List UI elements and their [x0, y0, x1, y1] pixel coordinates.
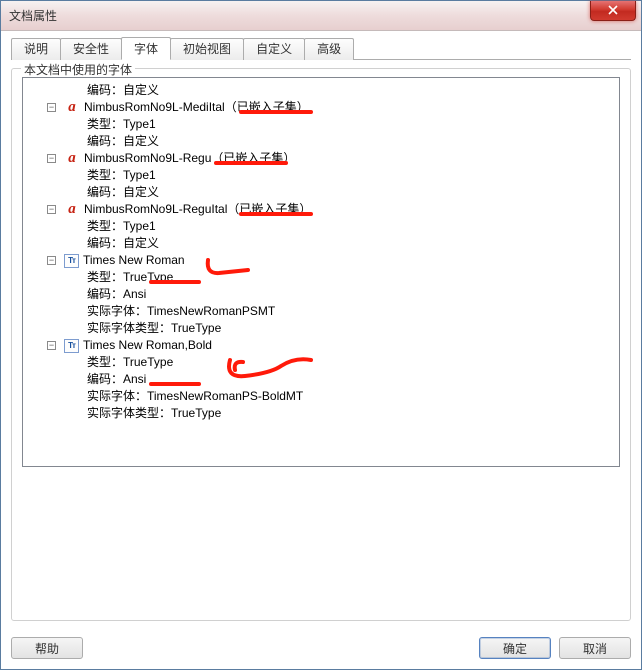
font-tree: 编码：自定义 − a NimbusRomNo9L-MediItal（已嵌入子集）…: [29, 82, 617, 422]
serif-font-icon: a: [64, 151, 80, 167]
tree-detail: 类型：Type1: [29, 116, 617, 133]
tree-detail: 类型：TrueType: [29, 269, 617, 286]
button-row: 帮助 确定 取消: [1, 629, 641, 669]
detail-text: 编码：自定义: [87, 184, 159, 201]
font-tree-box[interactable]: 编码：自定义 − a NimbusRomNo9L-MediItal（已嵌入子集）…: [22, 77, 620, 467]
help-button[interactable]: 帮助: [11, 637, 83, 659]
dialog-window: 文档属性 说明 安全性 字体 初始视图 自定义 高级 本文档中使用的字体 编码：…: [0, 0, 642, 670]
expander-icon[interactable]: −: [47, 103, 56, 112]
tab-security[interactable]: 安全性: [60, 38, 122, 60]
detail-text: 实际字体类型：TrueType: [87, 320, 221, 337]
tab-description[interactable]: 说明: [11, 38, 61, 60]
detail-text: 类型：Type1: [87, 116, 156, 133]
tree-detail: 实际字体类型：TrueType: [29, 320, 617, 337]
content-area: 说明 安全性 字体 初始视图 自定义 高级 本文档中使用的字体 编码：自定义 −…: [1, 31, 641, 629]
tab-custom[interactable]: 自定义: [243, 38, 305, 60]
detail-text: 实际字体类型：TrueType: [87, 405, 221, 422]
expander-icon[interactable]: −: [47, 205, 56, 214]
detail-text: 编码：自定义: [87, 82, 159, 99]
tree-detail: 实际字体类型：TrueType: [29, 405, 617, 422]
tree-detail: 实际字体：TimesNewRomanPSMT: [29, 303, 617, 320]
tree-node-font[interactable]: − a NimbusRomNo9L-MediItal（已嵌入子集）: [29, 99, 617, 116]
detail-text: 实际字体：TimesNewRomanPS-BoldMT: [87, 388, 303, 405]
cancel-button[interactable]: 取消: [559, 637, 631, 659]
right-buttons: 确定 取消: [479, 637, 631, 659]
tree-detail: 编码：Ansi: [29, 371, 617, 388]
tree-node-font[interactable]: − a NimbusRomNo9L-Regu（已嵌入子集）: [29, 150, 617, 167]
truetype-font-icon: Tᴛ: [64, 339, 79, 353]
tab-fonts[interactable]: 字体: [121, 37, 171, 60]
detail-text: 编码：自定义: [87, 235, 159, 252]
serif-font-icon: a: [64, 202, 80, 218]
tree-detail: 编码：自定义: [29, 235, 617, 252]
expander-icon[interactable]: −: [47, 256, 56, 265]
tab-advanced[interactable]: 高级: [304, 38, 354, 60]
close-icon: [608, 5, 618, 15]
fonts-fieldset: 本文档中使用的字体 编码：自定义 − a NimbusRomNo9L-MediI…: [11, 68, 631, 621]
font-name: NimbusRomNo9L-ReguItal（已嵌入子集）: [84, 201, 311, 218]
window-title: 文档属性: [9, 7, 57, 24]
detail-text: 类型：Type1: [87, 167, 156, 184]
detail-text: 编码：Ansi: [87, 371, 146, 388]
tree-detail: 类型：Type1: [29, 167, 617, 184]
tree-detail: 编码：自定义: [29, 82, 617, 99]
tab-initial-view[interactable]: 初始视图: [170, 38, 244, 60]
detail-text: 类型：TrueType: [87, 269, 173, 286]
ok-button[interactable]: 确定: [479, 637, 551, 659]
font-name: NimbusRomNo9L-MediItal（已嵌入子集）: [84, 99, 309, 116]
tree-detail: 编码：自定义: [29, 133, 617, 150]
titlebar: 文档属性: [1, 1, 641, 31]
close-button[interactable]: [590, 1, 636, 21]
serif-font-icon: a: [64, 100, 80, 116]
detail-text: 类型：TrueType: [87, 354, 173, 371]
tab-bar: 说明 安全性 字体 初始视图 自定义 高级: [11, 37, 631, 60]
tree-node-font[interactable]: − Tᴛ Times New Roman: [29, 252, 617, 269]
fieldset-label: 本文档中使用的字体: [21, 61, 135, 78]
font-name: Times New Roman: [83, 252, 185, 269]
detail-text: 编码：自定义: [87, 133, 159, 150]
detail-text: 类型：Type1: [87, 218, 156, 235]
detail-text: 编码：Ansi: [87, 286, 146, 303]
tree-detail: 编码：自定义: [29, 184, 617, 201]
tree-detail: 编码：Ansi: [29, 286, 617, 303]
tree-node-font[interactable]: − a NimbusRomNo9L-ReguItal（已嵌入子集）: [29, 201, 617, 218]
tree-node-font[interactable]: − Tᴛ Times New Roman,Bold: [29, 337, 617, 354]
tree-detail: 实际字体：TimesNewRomanPS-BoldMT: [29, 388, 617, 405]
font-name: NimbusRomNo9L-Regu（已嵌入子集）: [84, 150, 295, 167]
detail-text: 实际字体：TimesNewRomanPSMT: [87, 303, 275, 320]
tree-detail: 类型：TrueType: [29, 354, 617, 371]
expander-icon[interactable]: −: [47, 154, 56, 163]
truetype-font-icon: Tᴛ: [64, 254, 79, 268]
tree-detail: 类型：Type1: [29, 218, 617, 235]
expander-icon[interactable]: −: [47, 341, 56, 350]
font-name: Times New Roman,Bold: [83, 337, 212, 354]
